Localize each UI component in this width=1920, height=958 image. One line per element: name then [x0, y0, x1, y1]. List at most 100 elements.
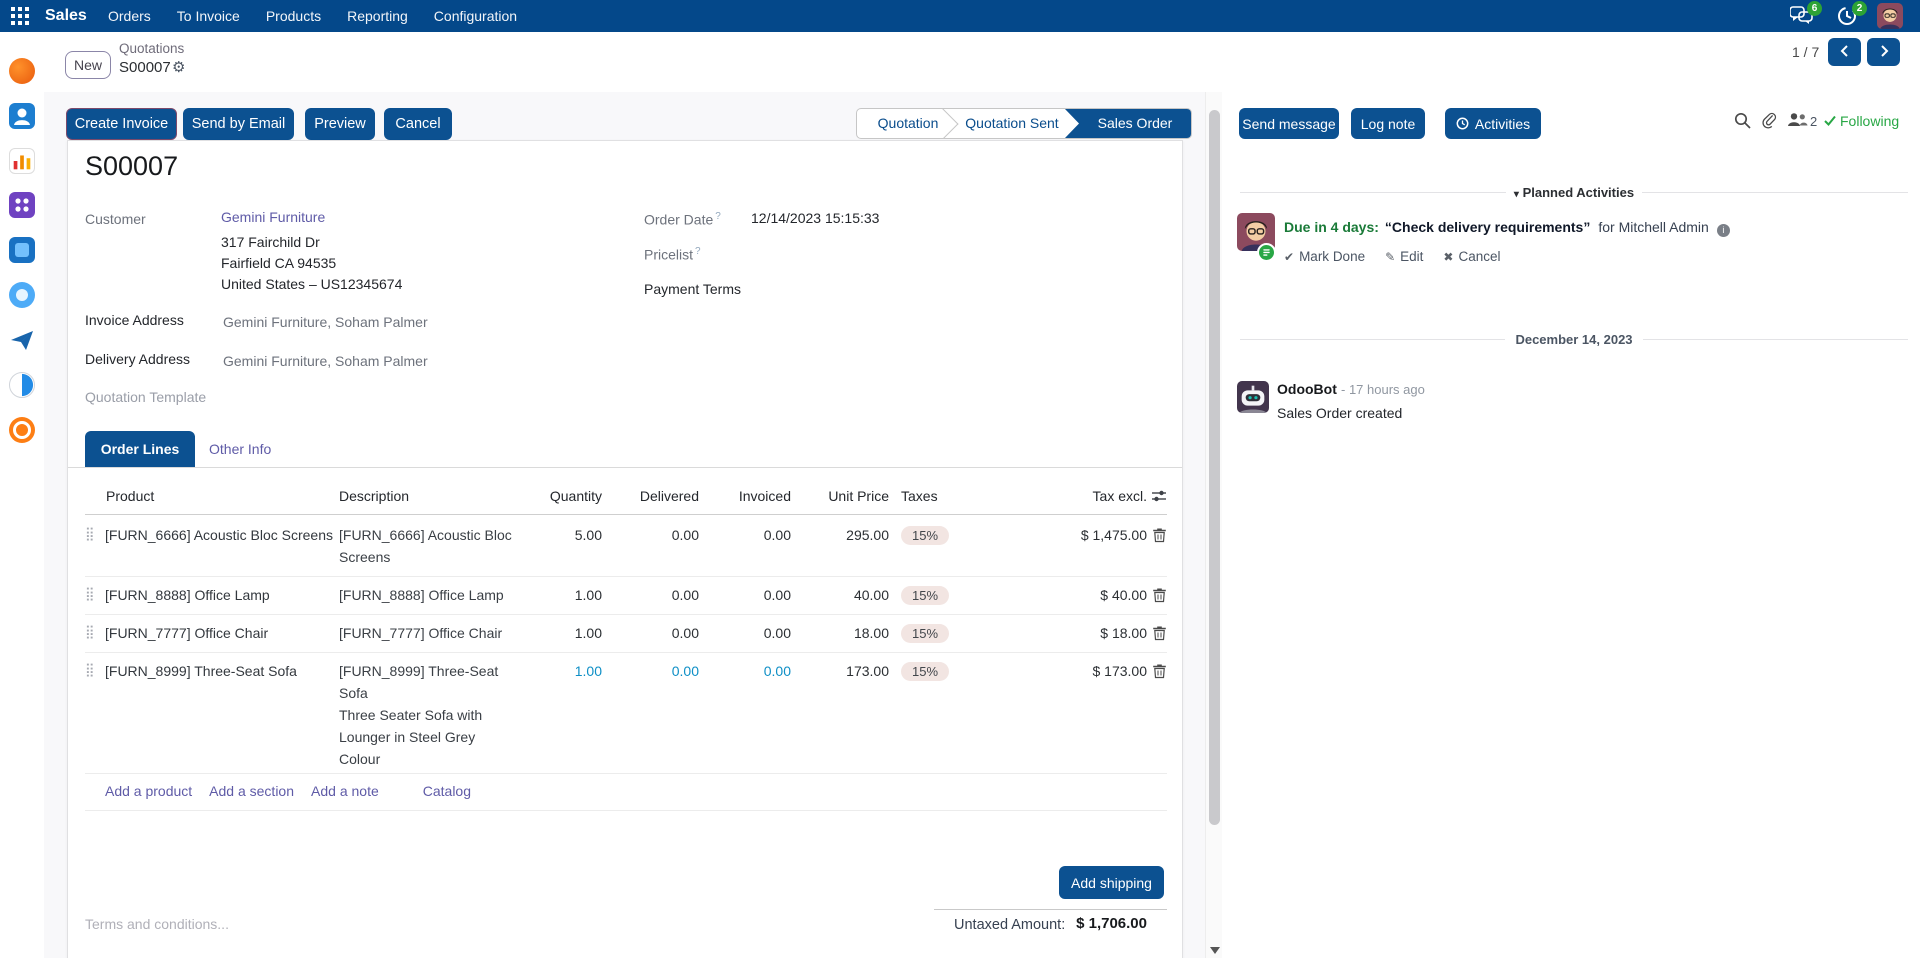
- send-by-email-button[interactable]: Send by Email: [183, 108, 294, 140]
- cell-quantity[interactable]: 5.00: [512, 524, 602, 546]
- col-quantity[interactable]: Quantity: [512, 488, 602, 504]
- followers-count[interactable]: 2: [1810, 114, 1817, 129]
- cell-delivered[interactable]: 0.00: [602, 584, 699, 606]
- tab-order-lines[interactable]: Order Lines: [85, 431, 195, 468]
- pager-next-button[interactable]: [1867, 38, 1900, 66]
- create-invoice-button[interactable]: Create Invoice: [66, 108, 177, 140]
- cell-quantity[interactable]: 1.00: [512, 622, 602, 644]
- dock-app-icon-orange[interactable]: [9, 58, 35, 84]
- dock-app-icon-orange-ring[interactable]: [9, 417, 35, 443]
- cell-product[interactable]: [FURN_7777] Office Chair: [105, 622, 339, 644]
- breadcrumb-parent[interactable]: Quotations: [119, 41, 184, 56]
- delivery-address-value[interactable]: Gemini Furniture, Soham Palmer: [223, 353, 428, 369]
- cell-description[interactable]: [FURN_6666] Acoustic Bloc Screens: [339, 524, 512, 568]
- apps-menu-icon[interactable]: [11, 7, 29, 25]
- col-unit-price[interactable]: Unit Price: [791, 488, 889, 504]
- scrollbar-down-arrow-icon[interactable]: [1210, 947, 1220, 954]
- dock-app-icon-contacts[interactable]: [9, 103, 35, 129]
- delete-row-icon[interactable]: [1152, 527, 1167, 543]
- cell-product[interactable]: [FURN_8888] Office Lamp: [105, 584, 339, 606]
- cell-unit-price[interactable]: 18.00: [791, 622, 889, 644]
- activity-name[interactable]: “Check delivery requirements”: [1385, 219, 1590, 235]
- cell-description[interactable]: [FURN_7777] Office Chair: [339, 622, 512, 644]
- record-settings-gear-icon[interactable]: ⚙: [172, 58, 185, 76]
- new-button[interactable]: New: [65, 51, 111, 79]
- cell-quantity[interactable]: 1.00: [512, 584, 602, 606]
- order-date-value[interactable]: 12/14/2023 15:15:33: [751, 210, 879, 226]
- cell-invoiced[interactable]: 0.00: [699, 524, 791, 546]
- message-author[interactable]: OdooBot: [1277, 381, 1337, 397]
- cell-taxes[interactable]: 15%: [889, 524, 1047, 546]
- dock-app-icon-chart[interactable]: [9, 148, 35, 174]
- order-line-row[interactable]: ⣿ [FURN_7777] Office Chair [FURN_7777] O…: [85, 615, 1167, 653]
- dock-app-icon-grid[interactable]: [9, 192, 35, 218]
- cell-description[interactable]: [FURN_8999] Three-Seat Sofa Three Seater…: [339, 660, 512, 770]
- add-a-product-link[interactable]: Add a product: [105, 783, 192, 799]
- terms-and-conditions-placeholder[interactable]: Terms and conditions...: [85, 916, 229, 932]
- menu-orders[interactable]: Orders: [108, 0, 151, 32]
- dock-app-icon-split-circle[interactable]: [9, 372, 35, 398]
- preview-button[interactable]: Preview: [305, 108, 375, 140]
- activities-button[interactable]: Activities: [1445, 108, 1541, 139]
- cell-taxes[interactable]: 15%: [889, 622, 1047, 644]
- tax-badge[interactable]: 15%: [901, 526, 949, 545]
- order-line-row[interactable]: ⣿ [FURN_8888] Office Lamp [FURN_8888] Of…: [85, 577, 1167, 615]
- send-message-button[interactable]: Send message: [1239, 108, 1339, 139]
- status-sales-order-active[interactable]: Sales Order: [1065, 109, 1192, 138]
- cell-unit-price[interactable]: 295.00: [791, 524, 889, 546]
- drag-handle-icon[interactable]: ⣿: [85, 660, 105, 680]
- add-a-section-link[interactable]: Add a section: [209, 783, 294, 799]
- invoice-address-value[interactable]: Gemini Furniture, Soham Palmer: [223, 314, 428, 330]
- search-messages-icon[interactable]: [1734, 112, 1751, 129]
- attachments-paperclip-icon[interactable]: [1762, 112, 1778, 130]
- scrollbar-thumb[interactable]: [1209, 110, 1220, 825]
- tax-badge[interactable]: 15%: [901, 624, 949, 643]
- cancel-activity-button[interactable]: ✖Cancel: [1443, 249, 1500, 264]
- cell-product[interactable]: [FURN_8999] Three-Seat Sofa: [105, 660, 339, 682]
- user-avatar[interactable]: [1877, 3, 1903, 29]
- followers-people-icon[interactable]: [1787, 112, 1808, 127]
- tab-other-info[interactable]: Other Info: [209, 441, 271, 457]
- drag-handle-icon[interactable]: ⣿: [85, 622, 105, 642]
- menu-to-invoice[interactable]: To Invoice: [177, 0, 240, 32]
- add-a-note-link[interactable]: Add a note: [311, 783, 379, 799]
- activity-info-icon[interactable]: i: [1717, 224, 1730, 237]
- order-line-row[interactable]: ⣿ [FURN_8999] Three-Seat Sofa [FURN_8999…: [85, 653, 1167, 774]
- order-line-row[interactable]: ⣿ [FURN_6666] Acoustic Bloc Screens [FUR…: [85, 515, 1167, 577]
- dock-app-icon-lightblue[interactable]: [9, 282, 35, 308]
- tax-badge[interactable]: 15%: [901, 662, 949, 681]
- cell-invoiced[interactable]: 0.00: [699, 660, 791, 682]
- cell-description[interactable]: [FURN_8888] Office Lamp: [339, 584, 512, 606]
- menu-reporting[interactable]: Reporting: [347, 0, 408, 32]
- col-tax-excl[interactable]: Tax excl.: [1047, 488, 1147, 504]
- planned-activities-title[interactable]: ▾ Planned Activities: [1514, 185, 1634, 200]
- cell-taxes[interactable]: 15%: [889, 660, 1047, 682]
- add-shipping-button[interactable]: Add shipping: [1059, 866, 1164, 899]
- dock-app-icon-blue[interactable]: [9, 237, 35, 263]
- log-note-button[interactable]: Log note: [1351, 108, 1425, 139]
- mark-done-button[interactable]: ✔Mark Done: [1284, 249, 1365, 264]
- col-taxes[interactable]: Taxes: [889, 488, 1047, 504]
- menu-products[interactable]: Products: [266, 0, 321, 32]
- following-toggle[interactable]: Following: [1824, 113, 1899, 129]
- cell-quantity[interactable]: 1.00: [512, 660, 602, 682]
- dock-app-icon-paper-plane[interactable]: [9, 327, 35, 353]
- pager-previous-button[interactable]: [1828, 38, 1861, 66]
- catalog-link[interactable]: Catalog: [423, 783, 471, 799]
- cell-unit-price[interactable]: 40.00: [791, 584, 889, 606]
- col-product[interactable]: Product: [105, 488, 339, 504]
- customer-link[interactable]: Gemini Furniture: [221, 209, 325, 225]
- app-name[interactable]: Sales: [45, 0, 87, 32]
- edit-activity-button[interactable]: ✎Edit: [1385, 249, 1423, 264]
- delete-row-icon[interactable]: [1152, 663, 1167, 679]
- cell-delivered[interactable]: 0.00: [602, 622, 699, 644]
- cell-delivered[interactable]: 0.00: [602, 660, 699, 682]
- tax-badge[interactable]: 15%: [901, 586, 949, 605]
- drag-handle-icon[interactable]: ⣿: [85, 584, 105, 604]
- col-invoiced[interactable]: Invoiced: [699, 488, 791, 504]
- cell-invoiced[interactable]: 0.00: [699, 584, 791, 606]
- col-description[interactable]: Description: [339, 488, 512, 504]
- delete-row-icon[interactable]: [1152, 587, 1167, 603]
- menu-configuration[interactable]: Configuration: [434, 0, 517, 32]
- vertical-scrollbar[interactable]: [1205, 92, 1222, 958]
